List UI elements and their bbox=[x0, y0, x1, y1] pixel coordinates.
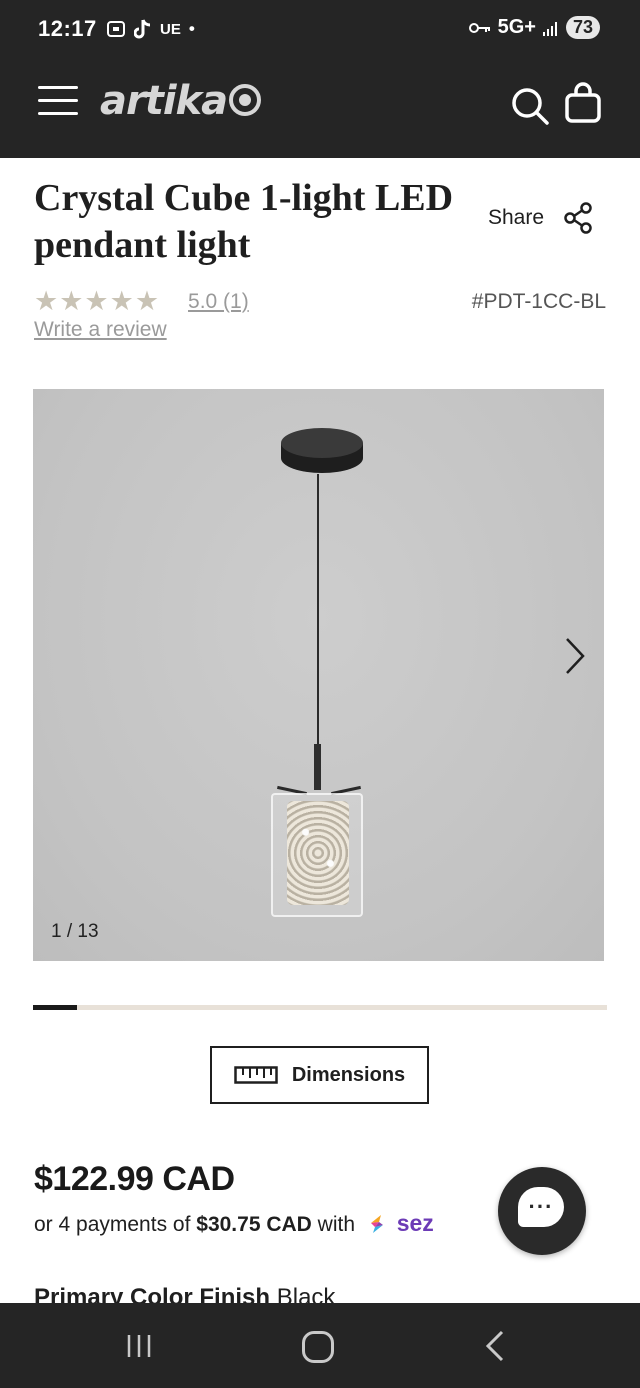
chat-bubble-icon: ··· bbox=[518, 1187, 564, 1227]
product-image[interactable]: 1 / 13 bbox=[33, 389, 604, 961]
screenshot-icon bbox=[107, 21, 125, 37]
installment-with: with bbox=[317, 1213, 356, 1236]
status-time: 12:17 bbox=[38, 16, 97, 41]
menu-icon[interactable] bbox=[38, 86, 78, 118]
share-label: Share bbox=[488, 206, 545, 229]
status-system-icons: 5G+ 73 bbox=[468, 16, 600, 39]
pendant-canopy bbox=[281, 428, 363, 480]
system-nav-bar bbox=[0, 1303, 640, 1388]
gallery-progress-track bbox=[33, 1005, 607, 1010]
product-title: Crystal Cube 1-light LED pendant light bbox=[34, 177, 454, 266]
site-header: artika bbox=[0, 48, 640, 158]
status-bar: 12:17 UE • 5G+ 73 bbox=[0, 0, 640, 48]
status-label: UE bbox=[160, 20, 181, 38]
vpn-key-icon bbox=[468, 22, 490, 33]
rating-stars: ★★★★★ bbox=[34, 286, 161, 316]
product-rating: ★★★★★ 5.0 (1) bbox=[34, 286, 249, 317]
share-button[interactable]: Share bbox=[488, 202, 594, 234]
home-icon[interactable] bbox=[302, 1331, 334, 1363]
signal-icon bbox=[542, 21, 557, 36]
installment-offer: or 4 payments of $30.75 CAD with sez bbox=[34, 1210, 434, 1237]
sezzle-logo-icon[interactable] bbox=[367, 1213, 387, 1235]
dimensions-button[interactable]: Dimensions bbox=[210, 1046, 429, 1104]
recent-apps-icon[interactable] bbox=[124, 1333, 154, 1359]
share-icon bbox=[564, 202, 592, 234]
logo-mark-icon bbox=[229, 84, 262, 116]
network-type: 5G+ bbox=[497, 16, 536, 38]
image-counter: 1 / 13 bbox=[51, 921, 99, 942]
chevron-right-icon[interactable] bbox=[561, 635, 589, 677]
chat-button[interactable]: ··· bbox=[498, 1167, 586, 1255]
back-icon[interactable] bbox=[484, 1329, 506, 1363]
installment-prefix: or 4 payments of bbox=[34, 1213, 191, 1236]
pendant-stem bbox=[314, 744, 321, 790]
notification-dot-icon: • bbox=[188, 19, 195, 38]
search-icon[interactable] bbox=[510, 86, 550, 126]
crystal-cluster bbox=[287, 801, 349, 905]
tiktok-icon bbox=[134, 19, 151, 39]
battery-level: 73 bbox=[565, 16, 600, 39]
dimensions-label: Dimensions bbox=[291, 1063, 406, 1086]
pendant-cable bbox=[317, 474, 319, 746]
sezzle-wordmark: sez bbox=[396, 1210, 434, 1236]
product-sku: #PDT-1CC-BL bbox=[471, 290, 606, 313]
gallery-progress-fill bbox=[33, 1005, 78, 1010]
installment-amount: $30.75 CAD bbox=[196, 1213, 312, 1236]
shopping-bag-icon[interactable] bbox=[564, 80, 602, 124]
ruler-icon bbox=[234, 1066, 278, 1084]
product-price: $122.99 CAD bbox=[34, 1160, 235, 1198]
rating-summary-link[interactable]: 5.0 (1) bbox=[188, 290, 249, 314]
artika-logo[interactable]: artika bbox=[100, 78, 262, 124]
status-notification-icons: UE • bbox=[106, 18, 195, 40]
logo-text: artika bbox=[100, 78, 228, 124]
write-review-link[interactable]: Write a review bbox=[34, 318, 167, 342]
